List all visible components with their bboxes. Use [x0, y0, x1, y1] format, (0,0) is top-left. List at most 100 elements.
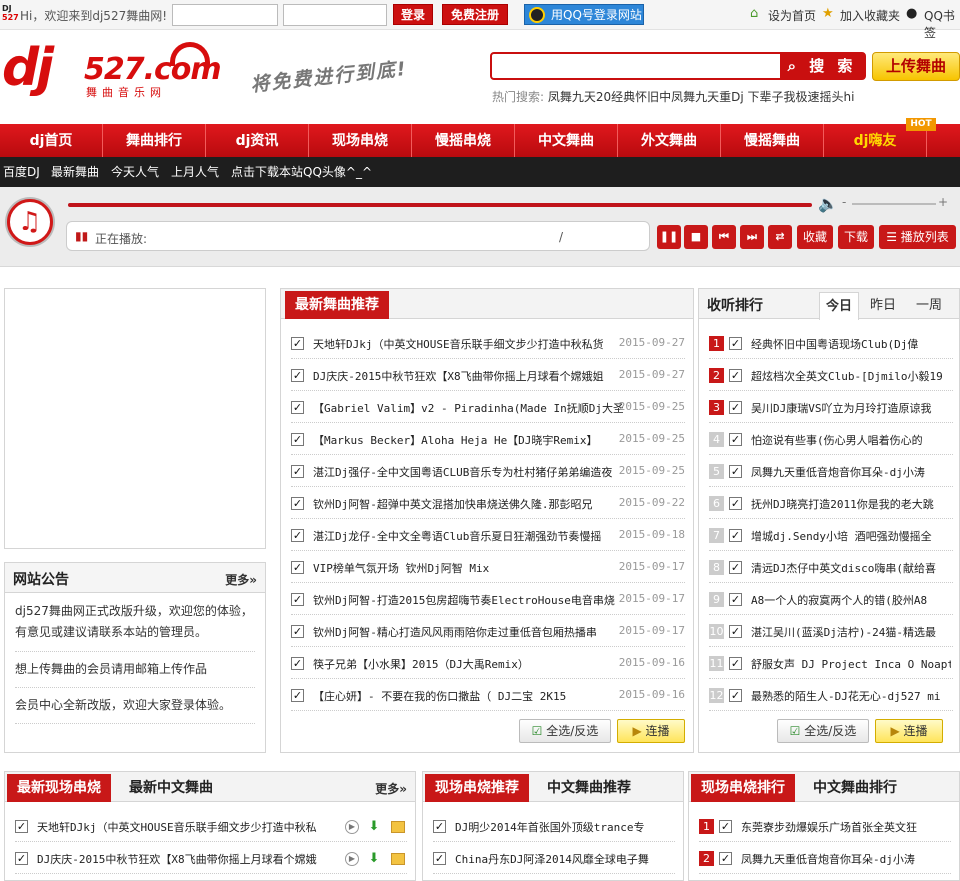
latest-select-all-button[interactable]: ☑ 全选/反选	[519, 719, 611, 743]
song-checkbox[interactable]: ✓	[291, 657, 304, 670]
rank-row[interactable]: 11 ✓ 舒服女声 DJ Project Inca O Noapt	[709, 647, 953, 679]
tab-latest-chinese[interactable]: 最新中文舞曲	[129, 774, 213, 802]
song-title[interactable]: DJ庆庆-2015中秋节狂欢【X8飞曲带你摇上月球看个嫦娥	[37, 851, 337, 867]
song-title[interactable]: 吴川DJ康瑞VS吖立为月玲打造原谅我	[751, 400, 951, 416]
upload-button[interactable]: 上传舞曲	[872, 52, 960, 81]
song-title[interactable]: 筷子兄弟【小水果】2015（DJ大禹Remix）	[313, 656, 623, 672]
latest-tab[interactable]: 最新舞曲推荐	[285, 291, 389, 319]
song-row[interactable]: ✓ VIP榜单气氛开场 钦州Dj阿智 Mix 2015-09-17	[291, 551, 685, 583]
folder-icon[interactable]	[391, 821, 405, 833]
song-checkbox[interactable]: ✓	[291, 625, 304, 638]
hot-search-terms[interactable]: 凤舞九天20经典怀旧中凤舞九天重Dj 下辈子我极速摇头hi	[548, 90, 855, 104]
song-checkbox[interactable]: ✓	[729, 497, 742, 510]
song-checkbox[interactable]: ✓	[719, 820, 732, 833]
rank-row[interactable]: 8 ✓ 清远DJ杰仔中英文disco嗨串(献给喜	[709, 551, 953, 583]
tab-live-ranking[interactable]: 现场串烧排行	[691, 774, 795, 802]
nav-item-slow-mix[interactable]: 慢摇串烧	[412, 124, 515, 158]
play-icon[interactable]: ▶	[345, 820, 359, 834]
song-checkbox[interactable]: ✓	[729, 529, 742, 542]
tab-week[interactable]: 一周	[909, 292, 949, 320]
song-title[interactable]: 清远DJ杰仔中英文disco嗨串(献给喜	[751, 560, 951, 576]
play-pause-button[interactable]: ❚❚	[657, 225, 681, 249]
song-row[interactable]: ✓ 钦州Dj阿智-精心打造风风雨雨陪你走过重低音包厢热播串 2015-09-17	[291, 615, 685, 647]
playlist-button[interactable]: ☰ 播放列表	[879, 225, 956, 249]
song-checkbox[interactable]: ✓	[291, 689, 304, 702]
song-title[interactable]: 钦州Dj阿智-精心打造风风雨雨陪你走过重低音包厢热播串	[313, 624, 623, 640]
song-checkbox[interactable]: ✓	[729, 657, 742, 670]
song-row[interactable]: ✓ DJ庆庆-2015中秋节狂欢【X8飞曲带你摇上月球看个嫦娥 ▶ ⬇	[15, 842, 407, 874]
song-title[interactable]: 增城dj.Sendy小培 酒吧强劲慢摇全	[751, 528, 951, 544]
tab-yesterday[interactable]: 昨日	[863, 292, 903, 320]
volume-down-icon[interactable]: -	[842, 195, 846, 209]
song-title[interactable]: 天地轩DJkj（中英文HOUSE音乐联手细文步少打造中秋私货	[313, 336, 623, 352]
song-title[interactable]: 凤舞九天重低音炮音你耳朵-dj小涛	[741, 851, 951, 867]
ranking-select-all-button[interactable]: ☑ 全选/反选	[777, 719, 869, 743]
tab-today[interactable]: 今日	[819, 292, 859, 320]
notice-item[interactable]: 想上传舞曲的会员请用邮箱上传作品	[15, 659, 255, 680]
song-checkbox[interactable]: ✓	[291, 465, 304, 478]
song-checkbox[interactable]: ✓	[291, 561, 304, 574]
song-checkbox[interactable]: ✓	[729, 689, 742, 702]
song-title[interactable]: DJ明少2014年首张国外顶级trance专	[455, 819, 675, 835]
song-row[interactable]: ✓ 筷子兄弟【小水果】2015（DJ大禹Remix） 2015-09-16	[291, 647, 685, 679]
notice-item[interactable]: dj527舞曲网正式改版升级，欢迎您的体验，有意见或建议请联系本站的管理员。	[15, 601, 255, 643]
song-row[interactable]: ✓ 钦州Dj阿智-超弹中英文混搭加快串烧送佛久隆.那彭昭兄 2015-09-22	[291, 487, 685, 519]
song-row[interactable]: ✓ 【Gabriel Valim】v2 - Piradinha(Made In抚顺…	[291, 391, 685, 423]
bottom-left-more-link[interactable]: 更多»	[375, 780, 407, 797]
rank-row[interactable]: 7 ✓ 增城dj.Sendy小培 酒吧强劲慢摇全	[709, 519, 953, 551]
nav-item-chinese[interactable]: 中文舞曲	[515, 124, 618, 158]
nav-item-foreign[interactable]: 外文舞曲	[618, 124, 721, 158]
song-title[interactable]: 钦州Dj阿智-超弹中英文混搭加快串烧送佛久隆.那彭昭兄	[313, 496, 623, 512]
previous-button[interactable]: ⏮	[712, 225, 736, 249]
song-title[interactable]: VIP榜单气氛开场 钦州Dj阿智 Mix	[313, 560, 623, 576]
rank-row[interactable]: 9 ✓ A8一个人的寂寞两个人的错(胶州A8	[709, 583, 953, 615]
song-checkbox[interactable]: ✓	[729, 369, 742, 382]
song-checkbox[interactable]: ✓	[291, 593, 304, 606]
song-checkbox[interactable]: ✓	[729, 625, 742, 638]
rank-row[interactable]: 2 ✓ 超炫档次全英文Club-[Djmilo小毅19	[709, 359, 953, 391]
song-title[interactable]: 湛江Dj强仔-全中文国粤语CLUB音乐专为杜村猪仔弟弟编造夜	[313, 464, 623, 480]
play-icon[interactable]: ▶	[345, 852, 359, 866]
rank-row[interactable]: 3 ✓ 吴川DJ康瑞VS吖立为月玲打造原谅我	[709, 391, 953, 423]
song-row[interactable]: ✓ 湛江Dj龙仔-全中文全粤语Club音乐夏日狂潮强劲节奏慢摇 2015-09-18	[291, 519, 685, 551]
search-button[interactable]: ⌕ 搜 索	[780, 54, 864, 78]
folder-icon[interactable]	[391, 853, 405, 865]
password-input[interactable]	[283, 4, 387, 26]
tab-chinese-recommend[interactable]: 中文舞曲推荐	[547, 774, 631, 802]
favorite-link[interactable]: ★ 加入收藏夹	[822, 6, 900, 24]
song-title[interactable]: 【Gabriel Valim】v2 - Piradinha(Made In抚顺D…	[313, 400, 623, 416]
song-title[interactable]: 超炫档次全英文Club-[Djmilo小毅19	[751, 368, 951, 384]
song-row[interactable]: ✓ 【Markus Becker】Aloha Heja He【DJ晓宇Remix】…	[291, 423, 685, 455]
song-title[interactable]: 经典怀旧中国粤语现场Club(Dj偉	[751, 336, 951, 352]
notice-more-link[interactable]: 更多»	[225, 571, 257, 588]
song-title[interactable]: 怕迩说有些事(伤心男人唱着伤心的	[751, 432, 951, 448]
tab-latest-live[interactable]: 最新现场串烧	[7, 774, 111, 802]
rank-row[interactable]: 10 ✓ 湛江吴川(蓝溪Dj洁柠)-24猫-精选最	[709, 615, 953, 647]
song-row[interactable]: ✓ 湛江Dj强仔-全中文国粤语CLUB音乐专为杜村猪仔弟弟编造夜 2015-09-2…	[291, 455, 685, 487]
song-checkbox[interactable]: ✓	[291, 529, 304, 542]
subnav-item-baidu-dj[interactable]: 百度DJ	[3, 157, 40, 187]
song-checkbox[interactable]: ✓	[729, 593, 742, 606]
song-checkbox[interactable]: ✓	[729, 401, 742, 414]
song-row[interactable]: ✓ DJ明少2014年首张国外顶级trance专	[433, 810, 675, 842]
song-checkbox[interactable]: ✓	[291, 433, 304, 446]
song-title[interactable]: 东莞寮步劲爆娱乐广场首张全英文狂	[741, 819, 951, 835]
song-row[interactable]: 2 ✓ 凤舞九天重低音炮音你耳朵-dj小涛	[699, 842, 951, 874]
nav-item-slow-dance[interactable]: 慢摇舞曲	[721, 124, 824, 158]
login-button[interactable]: 登录	[393, 4, 433, 25]
song-title[interactable]: 抚州DJ晓亮打造2011你是我的老大跳	[751, 496, 951, 512]
volume-icon[interactable]: 🔈	[818, 194, 838, 213]
song-title[interactable]: China丹东DJ阿泽2014风靡全球电子舞	[455, 851, 675, 867]
stop-button[interactable]: ■	[684, 225, 708, 249]
rank-row[interactable]: 6 ✓ 抚州DJ晓亮打造2011你是我的老大跳	[709, 487, 953, 519]
qq-login-button[interactable]: 用QQ号登录网站	[524, 4, 644, 25]
nav-item-ranking[interactable]: 舞曲排行	[103, 124, 206, 158]
song-row[interactable]: 1 ✓ 东莞寮步劲爆娱乐广场首张全英文狂	[699, 810, 951, 842]
latest-play-button[interactable]: ▶ 连播	[617, 719, 685, 743]
volume-up-icon[interactable]: +	[938, 195, 948, 209]
song-checkbox[interactable]: ✓	[729, 337, 742, 350]
song-checkbox[interactable]: ✓	[291, 337, 304, 350]
tab-live-recommend[interactable]: 现场串烧推荐	[425, 774, 529, 802]
song-checkbox[interactable]: ✓	[433, 852, 446, 865]
song-checkbox[interactable]: ✓	[433, 820, 446, 833]
